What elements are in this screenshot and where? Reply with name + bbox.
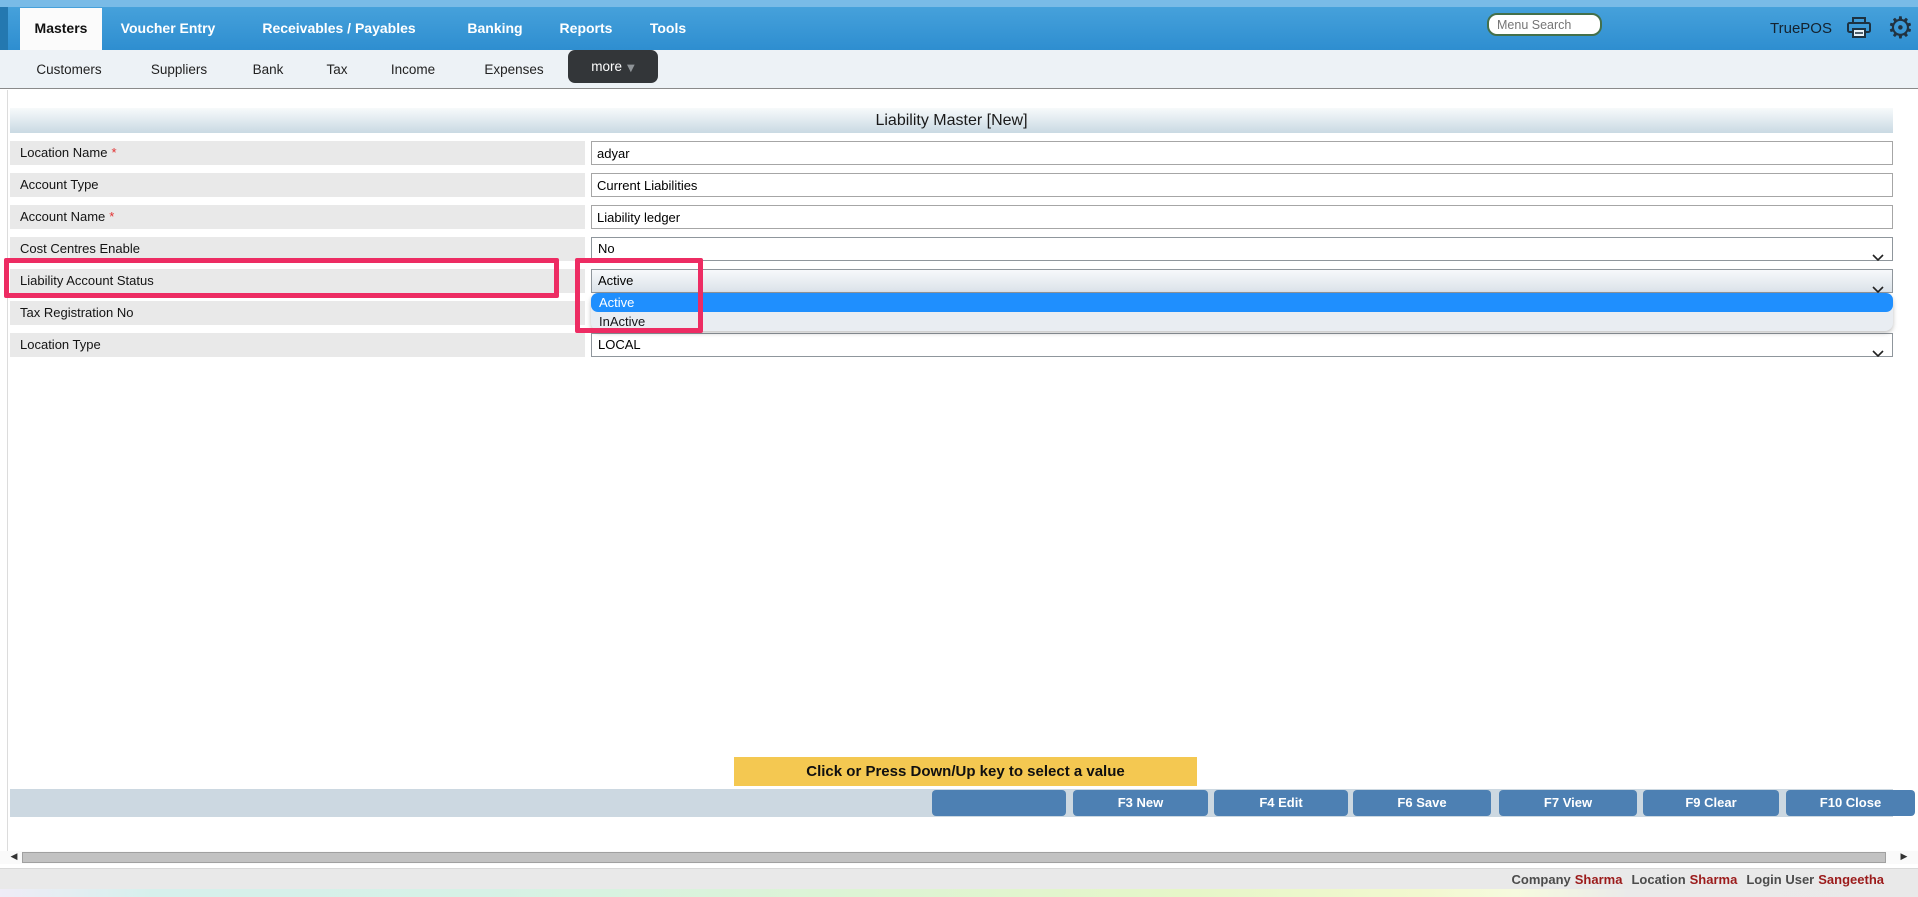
account-type-input[interactable] (591, 173, 1893, 197)
login-user-value: Sangeetha (1818, 872, 1884, 887)
status-dropdown-list: Active InActive (591, 293, 1893, 331)
label-location-type: Location Type (10, 333, 585, 357)
subnav-item-suppliers[interactable]: Suppliers (140, 50, 218, 89)
subnav-item-expenses[interactable]: Expenses (479, 50, 549, 89)
company-label: Company (1511, 872, 1571, 887)
subnav-item-bank[interactable]: Bank (247, 50, 289, 89)
f6-save-button[interactable]: F6 Save (1353, 790, 1491, 816)
tab-masters[interactable]: Masters (20, 8, 102, 50)
brand-text: TruePOS (1770, 20, 1832, 37)
label-account-type: Account Type (10, 173, 585, 197)
login-user-label: Login User (1746, 872, 1815, 887)
tab-tools[interactable]: Tools (644, 7, 692, 50)
liability-account-status-select[interactable]: Active (591, 269, 1893, 294)
scrollbar-thumb[interactable] (22, 852, 1886, 863)
f4-edit-button[interactable]: F4 Edit (1214, 790, 1348, 816)
caret-down-icon: ▼ (627, 63, 635, 74)
label-cost-centres-enable: Cost Centres Enable (10, 237, 585, 261)
top-edge-strip (0, 0, 1918, 7)
location-value: Sharma (1689, 872, 1738, 887)
footer-session-info: Company Sharma Location Sharma Login User San… (1512, 869, 1884, 891)
f9-clear-button[interactable]: F9 Clear (1643, 790, 1779, 816)
label-tax-registration-no: Tax Registration No (10, 301, 585, 325)
subnav-more-button[interactable]: more ▼ (568, 50, 658, 83)
menu-search-input[interactable] (1487, 13, 1602, 36)
required-marker: * (109, 209, 115, 224)
subnav-item-customers[interactable]: Customers (28, 50, 110, 89)
settings-gear-icon[interactable]: ⚙︎ (1887, 7, 1914, 50)
tab-voucher-entry[interactable]: Voucher Entry (108, 7, 228, 50)
dropdown-option-inactive[interactable]: InActive (591, 312, 1893, 331)
f7-view-button[interactable]: F7 View (1499, 790, 1637, 816)
cost-centres-enable-select[interactable]: No (591, 237, 1893, 262)
required-marker: * (111, 145, 117, 160)
label-liability-account-status: Liability Account Status (10, 269, 585, 293)
tab-reports[interactable]: Reports (553, 7, 619, 50)
blank-action-button[interactable] (932, 790, 1066, 816)
chevron-down-icon (1872, 246, 1884, 268)
more-label: more (591, 59, 623, 74)
scroll-left-arrow-icon[interactable]: ◀ (6, 851, 22, 864)
content-left-border (7, 90, 8, 851)
dropdown-option-active[interactable]: Active (591, 293, 1893, 312)
f3-new-button[interactable]: F3 New (1073, 790, 1208, 816)
label-location-name: Location Name * (10, 141, 585, 165)
location-label: Location (1631, 872, 1686, 887)
scroll-right-arrow-icon[interactable]: ▶ (1896, 851, 1912, 864)
label-account-name: Account Name * (10, 205, 585, 229)
print-icon[interactable] (1846, 16, 1872, 45)
location-type-select[interactable]: LOCAL (591, 333, 1893, 358)
company-value: Sharma (1574, 872, 1623, 887)
account-name-input[interactable] (591, 205, 1893, 229)
chevron-down-icon (1872, 342, 1884, 364)
page-title: Liability Master [New] (10, 108, 1893, 133)
f10-close-button[interactable]: F10 Close (1786, 790, 1915, 816)
selection-hint-tooltip: Click or Press Down/Up key to select a v… (734, 757, 1197, 786)
nav-left-edge (0, 7, 8, 50)
location-name-input[interactable] (591, 141, 1893, 165)
tab-banking[interactable]: Banking (458, 7, 532, 50)
tab-receivables-payables[interactable]: Receivables / Payables (244, 7, 434, 50)
subnav-item-income[interactable]: Income (384, 50, 442, 89)
subnav-item-tax[interactable]: Tax (318, 50, 356, 89)
